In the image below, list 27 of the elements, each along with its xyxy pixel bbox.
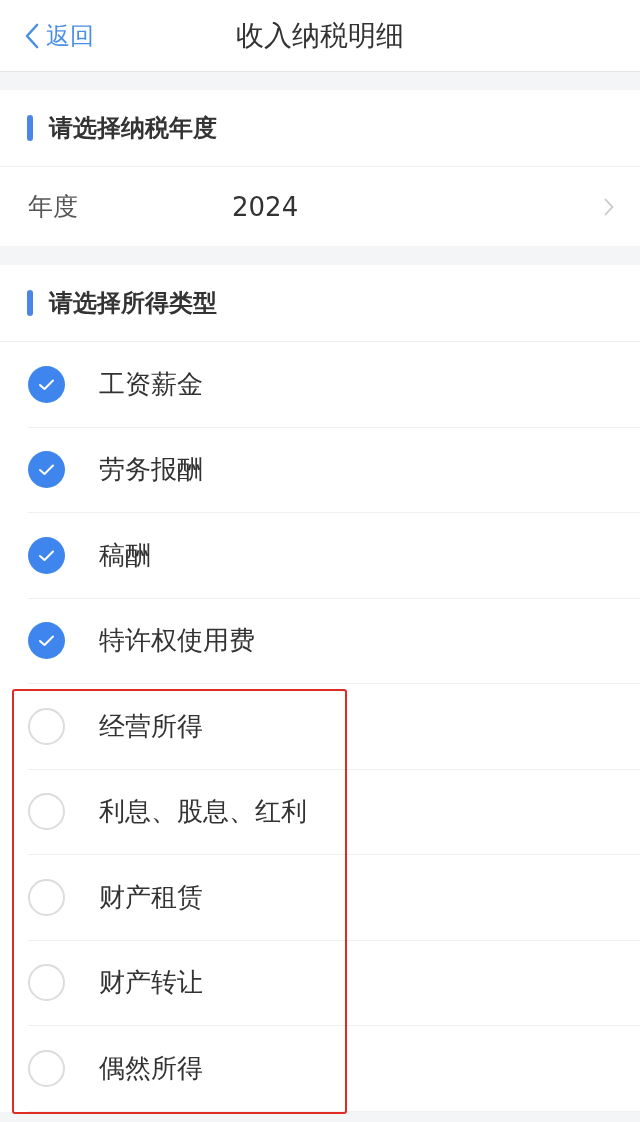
chevron-left-icon: [24, 23, 40, 49]
checkbox[interactable]: [28, 451, 65, 489]
year-value[interactable]: 2024: [232, 191, 604, 222]
checkbox[interactable]: [28, 365, 65, 403]
section-marker-icon: [27, 115, 33, 141]
checkbox[interactable]: [28, 1049, 65, 1087]
chevron-right-icon[interactable]: [604, 197, 614, 216]
income-type-label[interactable]: 财产转让: [99, 965, 203, 1001]
year-label: 年度: [28, 191, 79, 223]
income-type-label[interactable]: 工资薪金: [99, 366, 203, 402]
checkbox[interactable]: [28, 793, 65, 831]
income-type-label[interactable]: 财产租赁: [99, 879, 203, 915]
income-type-label[interactable]: 稿酬: [99, 537, 151, 573]
section-marker-icon: [27, 290, 33, 316]
income-type-label[interactable]: 劳务报酬: [99, 452, 203, 488]
income-type-label[interactable]: 经营所得: [99, 708, 203, 744]
checkbox[interactable]: [28, 964, 65, 1002]
income-type-label[interactable]: 特许权使用费: [99, 623, 255, 659]
checkbox[interactable]: [28, 622, 65, 660]
income-type-label[interactable]: 偶然所得: [99, 1050, 203, 1086]
checkbox[interactable]: [28, 707, 65, 745]
page-title: 收入纳税明细: [236, 17, 404, 54]
checkbox[interactable]: [28, 878, 65, 916]
income-type-label[interactable]: 利息、股息、红利: [99, 794, 307, 830]
checkbox[interactable]: [28, 536, 65, 574]
section-title: 请选择所得类型: [49, 288, 217, 319]
section-title: 请选择纳税年度: [49, 113, 217, 144]
